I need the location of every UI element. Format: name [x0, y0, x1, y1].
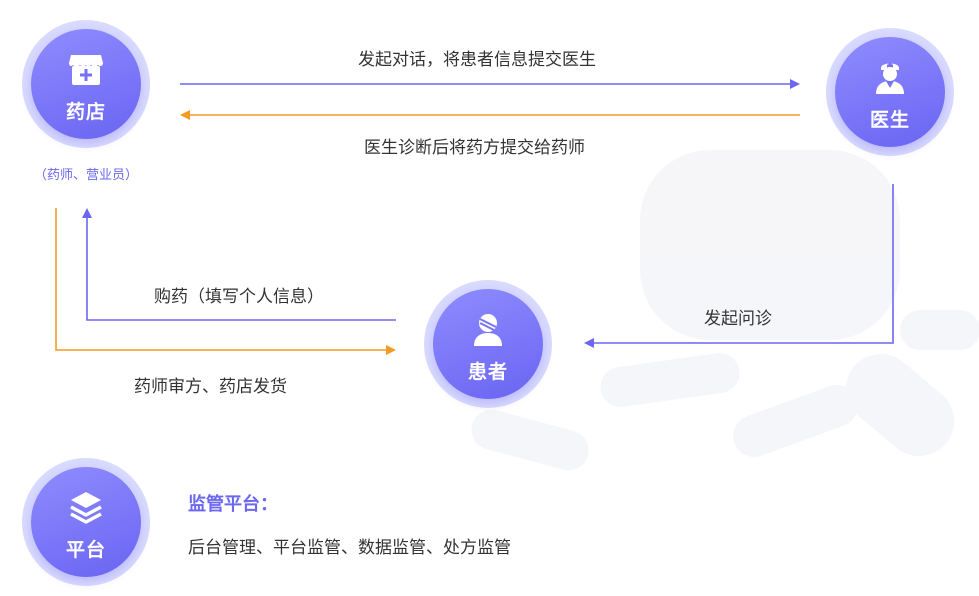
patient-label: 患者: [467, 361, 508, 383]
pharmacy-store-icon: [69, 55, 103, 85]
pharmacy-label: 药店: [65, 101, 106, 123]
doctor-label: 医生: [869, 109, 910, 131]
pharmacy-node: 药店: [22, 20, 150, 148]
patient-node: 患者: [424, 280, 552, 408]
platform-description: 后台管理、平台监管、数据监管、处方监管: [188, 538, 511, 558]
flow-text-patient-to-pharmacy: 购药（填写个人信息）: [154, 287, 324, 307]
doctor-icon: [876, 63, 904, 94]
flow-text-pharmacy-to-patient: 药师审方、药店发货: [134, 377, 287, 397]
flow-text-doctor-to-patient: 发起问诊: [704, 309, 772, 329]
layers-icon: [70, 492, 102, 524]
flow-text-pharmacy-to-doctor: 发起对话，将患者信息提交医生: [358, 50, 596, 70]
flow-text-doctor-to-pharmacy: 医生诊断后将药方提交给药师: [364, 138, 585, 158]
platform-node: 平台: [22, 458, 150, 586]
pharmacy-note: （药师、营业员）: [33, 168, 138, 183]
patient-icon: [474, 314, 502, 346]
platform-label: 平台: [65, 539, 106, 561]
doctor-node: 医生: [826, 28, 954, 156]
arrow-pharmacy-to-patient: [55, 208, 386, 351]
platform-title: 监管平台：: [188, 494, 278, 515]
